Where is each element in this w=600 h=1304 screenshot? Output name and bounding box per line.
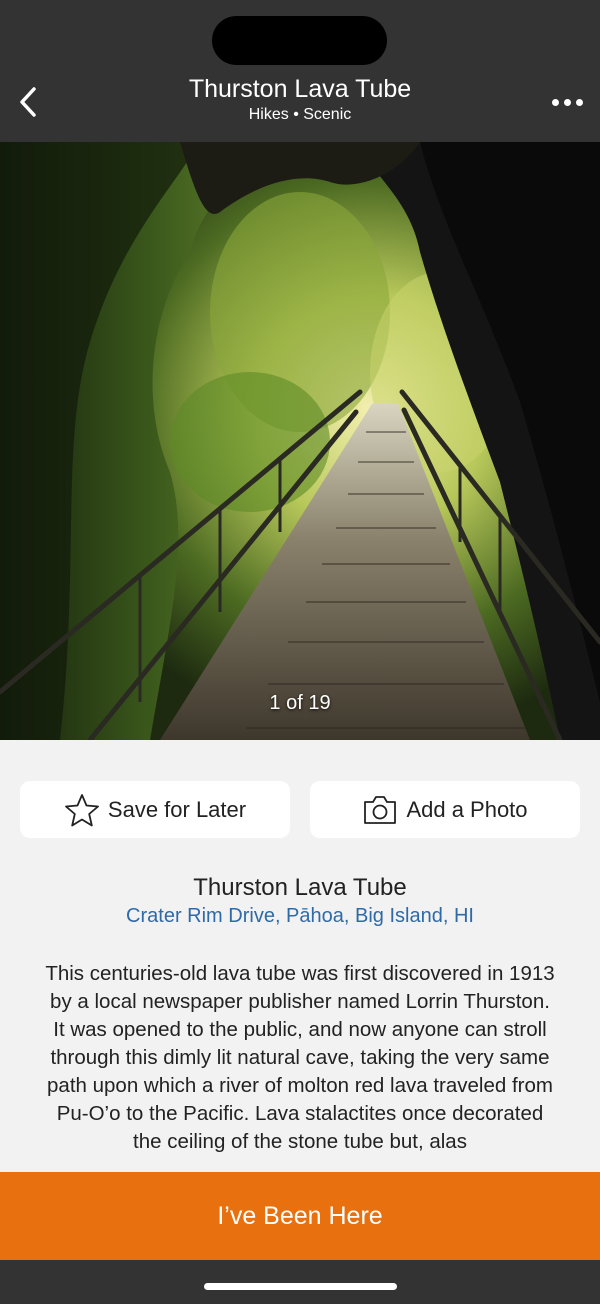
photo-carousel[interactable] <box>0 142 600 740</box>
home-indicator-area <box>0 1260 600 1304</box>
been-here-label: I’ve Been Here <box>217 1201 383 1230</box>
header-title-group: Thurston Lava Tube Hikes • Scenic <box>100 74 500 125</box>
chevron-left-icon <box>20 87 36 117</box>
more-dot <box>575 98 583 106</box>
add-photo-button[interactable]: Add a Photo <box>310 781 580 838</box>
more-options-button[interactable] <box>546 86 588 118</box>
place-name: Thurston Lava Tube <box>193 874 407 901</box>
save-for-later-button[interactable]: Save for Later <box>20 781 290 838</box>
save-for-later-label: Save for Later <box>107 796 247 822</box>
been-here-button[interactable]: I’ve Been Here <box>0 1172 600 1260</box>
star-icon <box>64 793 100 827</box>
home-indicator[interactable] <box>204 1283 397 1290</box>
more-dot <box>563 98 571 106</box>
place-description: This centuries-old lava tube was first d… <box>45 962 555 1153</box>
page-subtitle: Hikes • Scenic <box>248 106 352 123</box>
place-address-link[interactable]: Crater Rim Drive, Pāhoa, Big Island, HI <box>0 905 600 928</box>
lava-tube-photo <box>0 142 600 740</box>
app-header: Thurston Lava Tube Hikes • Scenic <box>0 0 600 142</box>
back-button[interactable] <box>8 82 48 122</box>
photo-counter: 1 of 19 <box>269 692 331 714</box>
action-buttons: Save for Later Add a Photo <box>20 781 580 838</box>
dynamic-island <box>212 16 387 65</box>
page-title: Thurston Lava Tube <box>188 75 412 103</box>
more-dots-icon <box>551 98 559 106</box>
camera-icon <box>362 794 398 826</box>
add-photo-label: Add a Photo <box>406 796 528 822</box>
